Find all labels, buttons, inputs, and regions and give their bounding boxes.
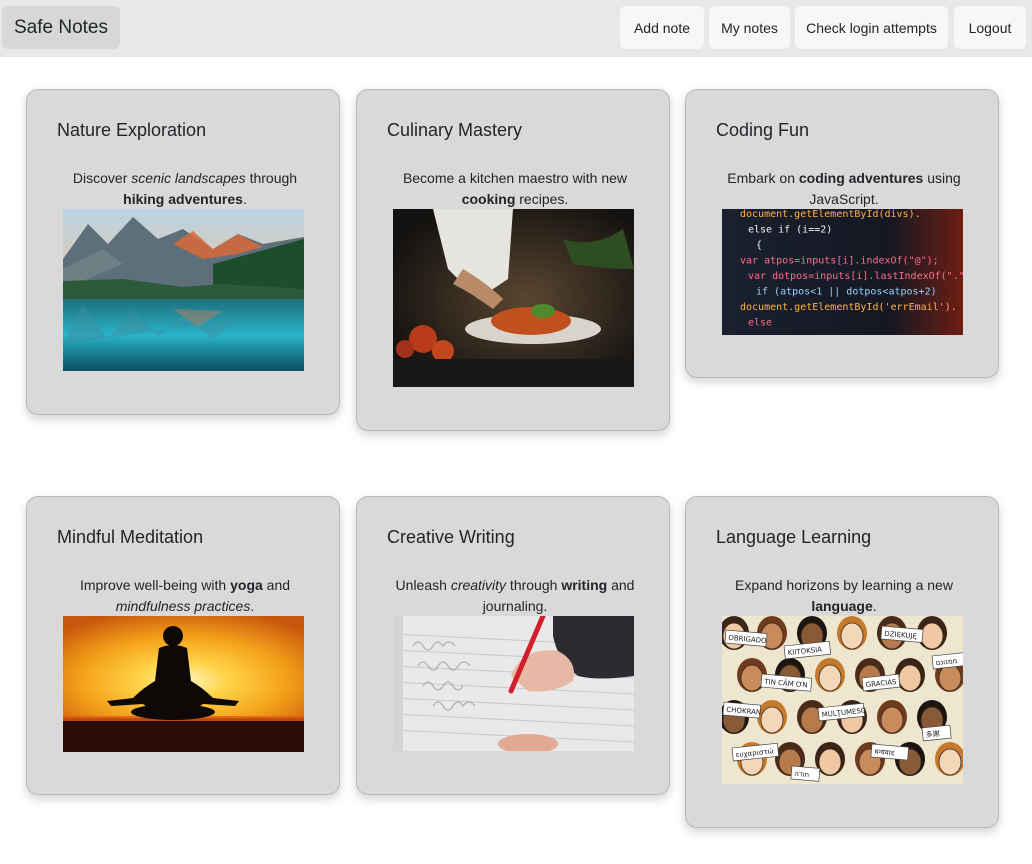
description-segment: yoga xyxy=(230,577,263,593)
description-segment: . xyxy=(242,191,247,207)
card-image-code-screen: document.getElementById(divs). else if (i… xyxy=(722,209,963,335)
description-segment: cooking xyxy=(461,191,516,207)
card-description: Improve well-being with yoga and mindful… xyxy=(57,575,313,617)
card-description: Become a kitchen maestro with new cookin… xyxy=(387,168,643,210)
card-image-chef-pasta xyxy=(393,209,634,387)
description-segment: . xyxy=(250,598,255,614)
description-segment: and xyxy=(262,577,291,593)
description-segment: language xyxy=(811,598,873,614)
card-title: Language Learning xyxy=(716,527,872,547)
description-segment: Unleash xyxy=(395,577,451,593)
code-line: document.getElementById(divs). xyxy=(740,209,921,220)
card-title: Mindful Meditation xyxy=(57,527,204,547)
code-line: var atpos=inputs[i].indexOf("@"); xyxy=(740,256,939,267)
code-line: if (atpos<1 || dotpos<atpos+2) xyxy=(756,287,937,298)
code-line: { xyxy=(756,240,762,251)
card-title: Nature Exploration xyxy=(57,120,207,140)
card-title: Culinary Mastery xyxy=(387,120,523,140)
card-image-meditation-sunset xyxy=(63,616,304,752)
description-segment: Discover xyxy=(72,170,132,186)
description-segment: Embark on xyxy=(727,170,799,186)
card-image-handwriting-notebook xyxy=(393,616,634,751)
code-line: else xyxy=(748,318,772,329)
navbar: Safe Notes Add note My notes Check login… xyxy=(0,0,1032,57)
code-line: else if (i==2) xyxy=(748,225,832,236)
logout-button[interactable]: Logout xyxy=(954,6,1026,49)
note-card-nature-exploration[interactable]: Nature Exploration Discover scenic lands… xyxy=(26,89,340,415)
description-segment: mindfulness practices xyxy=(115,598,251,614)
description-segment: scenic landscapes xyxy=(131,170,246,186)
note-card-language-learning[interactable]: Language Learning Expand horizons by lea… xyxy=(685,496,999,828)
description-segment: . xyxy=(872,598,877,614)
language-sign: תודה xyxy=(794,770,810,779)
card-description: Expand horizons by learning a new langua… xyxy=(716,575,972,617)
card-title: Coding Fun xyxy=(716,120,810,140)
card-description: Unleash creativity through writing and j… xyxy=(387,575,643,617)
my-notes-button[interactable]: My notes xyxy=(709,6,790,49)
card-image-mountain-lake xyxy=(63,209,304,371)
description-segment: through xyxy=(245,170,298,186)
description-segment: Become a kitchen maestro with new xyxy=(402,170,628,186)
note-card-creative-writing[interactable]: Creative Writing Unleash creativity thro… xyxy=(356,496,670,795)
description-segment: writing xyxy=(561,577,608,593)
description-segment: recipes. xyxy=(515,191,569,207)
card-description: Embark on coding adventures using JavaSc… xyxy=(716,168,972,210)
brand-link[interactable]: Safe Notes xyxy=(2,6,120,49)
description-segment: Expand horizons by learning a new xyxy=(735,577,953,593)
description-segment: through xyxy=(506,577,562,593)
note-card-mindful-meditation[interactable]: Mindful Meditation Improve well-being wi… xyxy=(26,496,340,795)
code-line: document.getElementById('errEmail'). xyxy=(740,302,957,313)
language-sign: 多謝 xyxy=(925,729,940,739)
description-segment: coding adventures xyxy=(798,170,924,186)
description-segment: hiking adventures xyxy=(123,191,243,207)
check-login-attempts-button[interactable]: Check login attempts xyxy=(795,6,948,49)
note-card-coding-fun[interactable]: Coding Fun Embark on coding adventures u… xyxy=(685,89,999,378)
add-note-button[interactable]: Add note xyxy=(620,6,704,49)
note-card-culinary-mastery[interactable]: Culinary Mastery Become a kitchen maestr… xyxy=(356,89,670,431)
description-segment: Improve well-being with xyxy=(79,577,231,593)
description-segment: creativity xyxy=(450,577,507,593)
card-description: Discover scenic landscapes through hikin… xyxy=(57,168,313,210)
code-line: var dotpos=inputs[i].lastIndexOf("."); xyxy=(748,271,963,282)
card-image-language-people: OBRIGADO KIITOKSIA DZIĘKUJĘ ממנונם TIN CẢM Ơ… xyxy=(722,616,963,784)
card-title: Creative Writing xyxy=(387,527,515,547)
